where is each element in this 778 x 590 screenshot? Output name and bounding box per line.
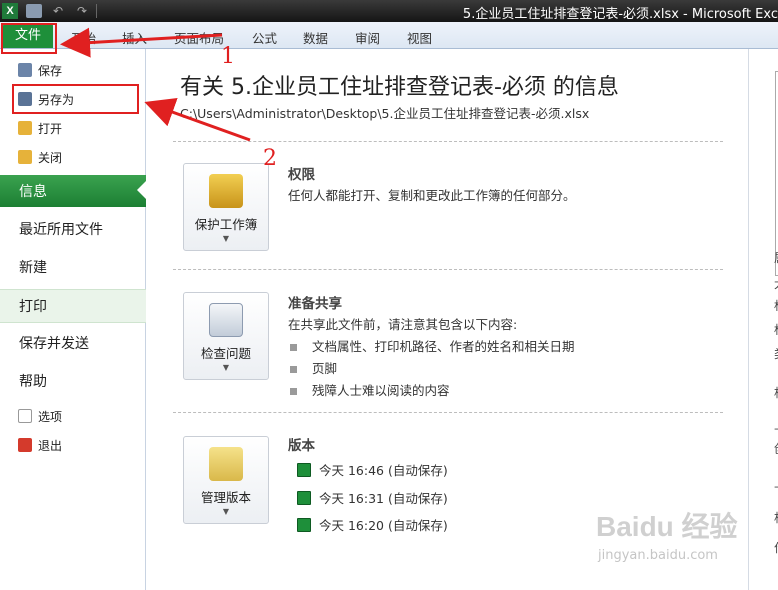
button-label: 检查问题 bbox=[200, 346, 251, 361]
sidebar-item-label: 保存 bbox=[38, 63, 63, 78]
sidebar-item-label: 打印 bbox=[19, 299, 47, 315]
property-label: 大 bbox=[774, 275, 778, 292]
save-icon bbox=[18, 63, 32, 77]
section-divider bbox=[173, 141, 723, 142]
sidebar-item-label: 关闭 bbox=[38, 150, 63, 165]
baidu-watermark-url: jingyan.baidu.com bbox=[598, 548, 718, 563]
bullet-icon bbox=[290, 388, 297, 395]
lock-key-icon bbox=[209, 174, 243, 208]
excel-file-icon bbox=[297, 462, 311, 477]
prepare-desc: 在共享此文件前，请注意其包含以下内容: bbox=[288, 317, 518, 332]
open-folder-icon bbox=[18, 121, 32, 135]
sidebar-item-close[interactable]: 关闭 bbox=[0, 145, 146, 169]
annotation-number-2: 2 bbox=[263, 146, 277, 171]
redo-icon[interactable]: ↷ bbox=[74, 4, 90, 18]
sidebar-item-save[interactable]: 保存 bbox=[0, 58, 146, 82]
sidebar-item-print[interactable]: 打印 bbox=[0, 289, 146, 323]
title-bar: X ↶ ↷ 5.企业员工住址排查登记表-必须.xlsx - Microsoft … bbox=[0, 0, 778, 22]
sidebar-item-label: 信息 bbox=[19, 184, 47, 200]
button-label: 管理版本 bbox=[200, 490, 251, 505]
version-item[interactable]: 今天 16:46 (自动保存) bbox=[297, 460, 448, 479]
sidebar-item-label: 最近所用文件 bbox=[19, 222, 103, 238]
manage-versions-button[interactable]: 管理版本 ▼ bbox=[183, 436, 269, 524]
ribbon-tab-bar bbox=[0, 22, 778, 49]
property-label: 上 bbox=[774, 416, 778, 433]
sidebar-item-help[interactable]: 帮助 bbox=[0, 366, 146, 396]
property-label: 标 bbox=[774, 297, 778, 314]
sidebar-item-label: 帮助 bbox=[19, 374, 47, 390]
bullet-icon bbox=[290, 344, 297, 351]
permissions-desc: 任何人都能打开、复制和更改此工作簿的任何部分。 bbox=[288, 188, 576, 203]
tab-page-layout[interactable]: 页面布局 bbox=[174, 28, 224, 47]
sidebar-item-info[interactable]: 信息 bbox=[0, 175, 146, 207]
sidebar-item-save-send[interactable]: 保存并发送 bbox=[0, 328, 146, 358]
protect-workbook-button[interactable]: 保护工作簿 ▼ bbox=[183, 163, 269, 251]
annotation-number-1: 1 bbox=[221, 44, 235, 69]
property-label: 相 bbox=[774, 384, 778, 401]
save-icon[interactable] bbox=[26, 4, 42, 18]
undo-icon[interactable]: ↶ bbox=[50, 4, 66, 18]
property-label: 上 bbox=[774, 474, 778, 491]
list-item: 文档属性、打印机路径、作者的姓名和相关日期 bbox=[290, 336, 575, 355]
sidebar-item-label: 选项 bbox=[38, 409, 63, 424]
property-label: 作 bbox=[774, 539, 778, 556]
baidu-watermark-logo: Baidu 经验 bbox=[596, 511, 738, 542]
tab-home[interactable]: 开始 bbox=[71, 28, 96, 47]
tab-review[interactable]: 审阅 bbox=[355, 28, 380, 47]
sidebar-item-exit[interactable]: 退出 bbox=[0, 433, 146, 457]
property-label: 相 bbox=[774, 509, 778, 526]
sidebar-item-recent[interactable]: 最近所用文件 bbox=[0, 214, 146, 244]
tab-formulas[interactable]: 公式 bbox=[252, 28, 277, 47]
bullet-icon bbox=[290, 366, 297, 373]
tab-insert[interactable]: 插入 bbox=[122, 28, 147, 47]
close-folder-icon bbox=[18, 150, 32, 164]
sidebar-item-label: 新建 bbox=[19, 260, 47, 276]
sidebar-item-label: 保存并发送 bbox=[19, 336, 89, 352]
exit-icon bbox=[18, 438, 32, 452]
quick-access-toolbar: X ↶ ↷ bbox=[0, 0, 97, 22]
sidebar-item-options[interactable]: 选项 bbox=[0, 404, 146, 428]
tab-data[interactable]: 数据 bbox=[303, 28, 328, 47]
property-label: 创 bbox=[774, 440, 778, 457]
chevron-down-icon: ▼ bbox=[222, 234, 230, 243]
file-path: C:\Users\Administrator\Desktop\5.企业员工住址排… bbox=[180, 106, 590, 121]
excel-file-icon bbox=[297, 490, 311, 505]
version-item[interactable]: 今天 16:20 (自动保存) bbox=[297, 515, 448, 534]
page-title: 有关 5.企业员工住址排查登记表-必须 的信息 bbox=[180, 75, 619, 100]
tab-view[interactable]: 视图 bbox=[407, 28, 432, 47]
sidebar-item-label: 退出 bbox=[38, 438, 63, 453]
versions-icon bbox=[209, 447, 243, 481]
prepare-title: 准备共享 bbox=[288, 296, 342, 312]
backstage-sidebar: 保存 另存为 打开 关闭 信息 最近所用文件 新建 打印 保存并发送 帮助 选项… bbox=[0, 49, 146, 590]
options-icon bbox=[18, 409, 32, 423]
sidebar-item-label: 打开 bbox=[38, 121, 63, 136]
window-title: 5.企业员工住址排查登记表-必须.xlsx - Microsoft Exc bbox=[462, 7, 778, 22]
list-item: 页脚 bbox=[290, 358, 337, 377]
highlight-box-file-tab bbox=[1, 23, 57, 54]
section-divider bbox=[173, 412, 723, 413]
property-label: 属 bbox=[774, 249, 778, 266]
versions-title: 版本 bbox=[288, 438, 315, 454]
button-label: 保护工作簿 bbox=[194, 217, 258, 232]
sidebar-item-open[interactable]: 打开 bbox=[0, 116, 146, 140]
list-item: 残障人士难以阅读的内容 bbox=[290, 380, 450, 399]
chevron-down-icon: ▼ bbox=[222, 363, 230, 372]
sidebar-item-new[interactable]: 新建 bbox=[0, 252, 146, 282]
property-label: 类 bbox=[774, 345, 778, 362]
permissions-title: 权限 bbox=[288, 167, 315, 183]
excel-file-icon bbox=[297, 517, 311, 532]
excel-logo-icon: X bbox=[2, 3, 18, 19]
highlight-box-save-as bbox=[12, 84, 139, 114]
check-issues-button[interactable]: 检查问题 ▼ bbox=[183, 292, 269, 380]
properties-pane: 属 大 标 标 类 相 上 创 上 相 作 bbox=[748, 49, 778, 590]
qat-divider bbox=[96, 4, 97, 18]
inspect-document-icon bbox=[209, 303, 243, 337]
chevron-down-icon: ▼ bbox=[222, 507, 230, 516]
section-divider bbox=[173, 269, 723, 270]
property-label: 标 bbox=[774, 321, 778, 338]
version-item[interactable]: 今天 16:31 (自动保存) bbox=[297, 488, 448, 507]
